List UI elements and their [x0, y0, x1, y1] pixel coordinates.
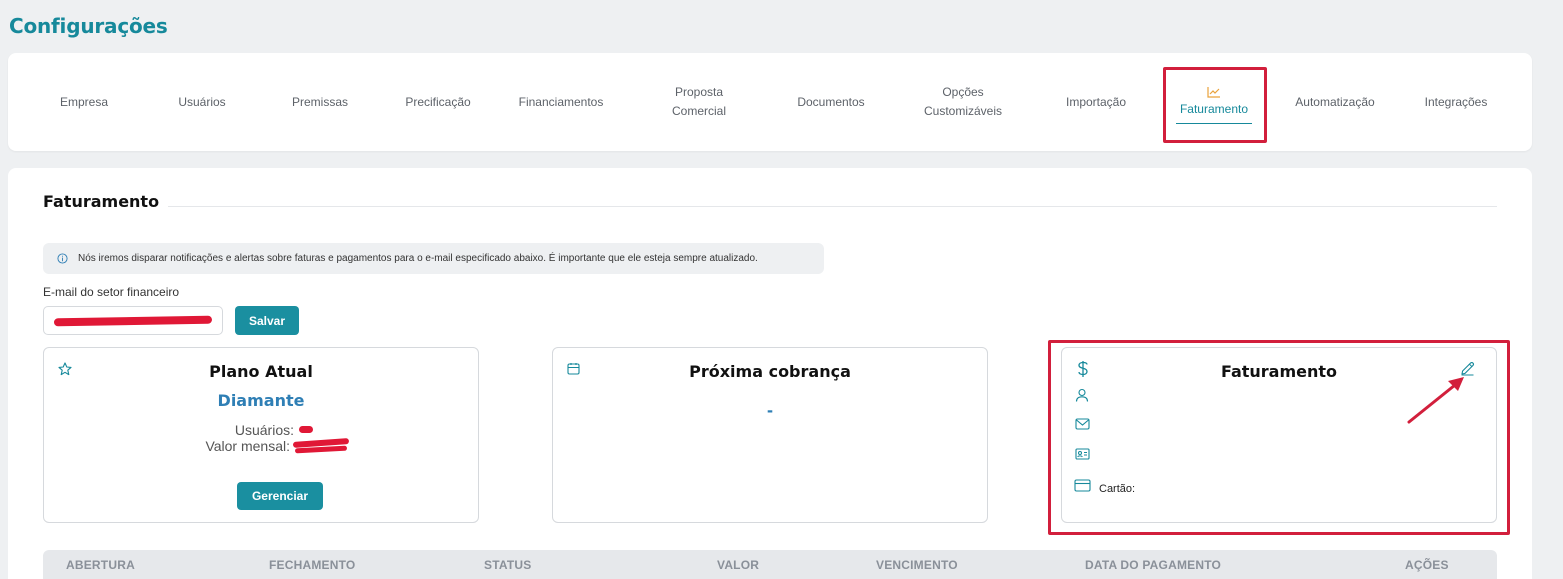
divider	[168, 206, 1497, 207]
column-header-status: STATUS	[484, 558, 532, 572]
column-header-abertura: ABERTURA	[66, 558, 135, 572]
active-tab-underline	[1176, 123, 1252, 124]
tab-label: Integrações	[1424, 94, 1488, 109]
column-header-data-pagamento: DATA DO PAGAMENTO	[1085, 558, 1222, 572]
tab-label: Documentos	[797, 94, 865, 109]
tab-label: Premissas	[291, 94, 348, 109]
tab-premissas[interactable]: Premissas	[274, 53, 366, 151]
info-icon	[57, 253, 68, 264]
next-charge-title: Próxima cobrança	[689, 362, 851, 381]
settings-tabs: Empresa Usuários Premissas Precificação …	[8, 53, 1532, 151]
billing-section: Faturamento Nós iremos disparar notifica…	[8, 168, 1532, 579]
tab-proposta-comercial[interactable]: Proposta Comercial	[648, 53, 750, 151]
email-label: E-mail do setor financeiro	[43, 285, 180, 299]
manage-plan-button[interactable]: Gerenciar	[237, 482, 323, 510]
tab-label: Financiamentos	[518, 94, 604, 109]
invoices-table-header: ABERTURA FECHAMENTO STATUS VALOR VENCIME…	[43, 550, 1497, 579]
card-label: Cartão:	[1099, 483, 1136, 495]
credit-card-icon	[1074, 479, 1091, 492]
mail-icon	[1075, 418, 1090, 430]
tab-documentos[interactable]: Documentos	[780, 53, 882, 151]
tab-usuarios[interactable]: Usuários	[156, 53, 248, 151]
next-charge-value: -	[767, 400, 773, 420]
tab-label: Empresa	[59, 94, 109, 109]
info-notice: Nós iremos disparar notificações e alert…	[43, 243, 824, 274]
section-title: Faturamento	[43, 192, 160, 211]
column-header-fechamento: FECHAMENTO	[269, 558, 356, 572]
tab-label: Usuários	[178, 94, 226, 109]
user-icon	[1075, 388, 1089, 402]
tab-automatizacao[interactable]: Automatização	[1284, 53, 1386, 151]
plan-monthly-label: Valor mensal:	[205, 438, 290, 454]
email-field[interactable]	[43, 306, 223, 335]
tab-label: Opções Customizáveis	[923, 85, 1003, 118]
redaction-mark	[53, 315, 213, 327]
tab-importacao[interactable]: Importação	[1046, 53, 1146, 151]
column-header-valor: VALOR	[717, 558, 760, 572]
tab-precificacao[interactable]: Precificação	[392, 53, 484, 151]
tab-empresa[interactable]: Empresa	[38, 53, 130, 151]
tab-opcoes-customizaveis[interactable]: Opções Customizáveis	[912, 53, 1014, 151]
chart-line-icon	[1207, 86, 1220, 98]
page-title: Configurações	[9, 14, 168, 38]
tab-label: Importação	[1065, 94, 1127, 109]
tab-integracoes[interactable]: Integrações	[1410, 53, 1502, 151]
annotation-arrow	[1407, 377, 1464, 424]
info-text: Nós iremos disparar notificações e alert…	[78, 253, 758, 264]
column-header-vencimento: VENCIMENTO	[876, 558, 958, 572]
tab-label: Precificação	[405, 94, 471, 109]
id-card-icon	[1075, 448, 1090, 460]
billing-details-card: Faturamento Cartão:	[1061, 347, 1497, 523]
tab-label: Faturamento	[1179, 101, 1249, 116]
plan-name: Diamante	[217, 391, 305, 410]
redaction-mark	[299, 426, 313, 433]
plan-users-label: Usuários:	[234, 422, 294, 438]
tab-label: Automatização	[1295, 94, 1375, 109]
save-button[interactable]: Salvar	[235, 306, 299, 335]
tab-faturamento[interactable]: Faturamento	[1168, 53, 1260, 151]
tab-financiamentos[interactable]: Financiamentos	[510, 53, 612, 151]
plan-card-title: Plano Atual	[209, 362, 313, 381]
column-header-acoes: AÇÕES	[1405, 558, 1449, 572]
next-charge-card: Próxima cobrança -	[552, 347, 988, 523]
current-plan-card: Plano Atual Diamante Usuários: Valor men…	[43, 347, 479, 523]
tab-label: Proposta Comercial	[671, 85, 726, 118]
